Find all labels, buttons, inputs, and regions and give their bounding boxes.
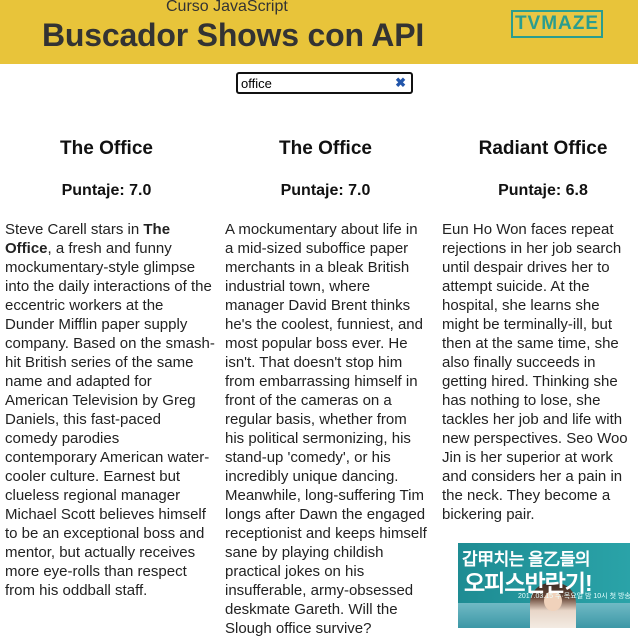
search-input[interactable]: [241, 75, 391, 91]
page-title: Buscador Shows con API: [42, 17, 425, 53]
show-title: Radiant Office: [478, 138, 608, 159]
summary-text: , a fresh and funny mockumentary-style g…: [5, 240, 215, 599]
show-title: The Office: [60, 138, 153, 159]
show-card: The Office Puntaje: 7.0 Steve Carell sta…: [5, 130, 215, 600]
show-summary: Eun Ho Won faces repeat rejections in he…: [442, 221, 628, 523]
show-card: Radiant Office Puntaje: 6.8 Eun Ho Won f…: [442, 130, 638, 524]
clear-search-icon[interactable]: ✖: [395, 75, 406, 91]
show-summary: Steve Carell stars in The Office, a fres…: [5, 220, 215, 600]
show-poster-image[interactable]: 갑甲치는 을乙들의 오피스반란기! 2017.03.15 수·목요일 밤 10시…: [458, 543, 630, 628]
summary-text: Steve Carell stars in: [5, 221, 144, 238]
show-rating: Puntaje: 7.0: [280, 182, 371, 199]
search-box: ✖: [236, 72, 413, 94]
header-bar: Curso JavaScript Buscador Shows con API …: [0, 0, 638, 64]
show-title: The Office: [279, 138, 372, 159]
tvmaze-logo: TVMAZE: [511, 10, 603, 38]
show-rating: Puntaje: 7.0: [61, 182, 152, 199]
course-subtitle: Curso JavaScript: [166, 0, 288, 15]
show-card: The Office Puntaje: 7.0 A mockumentary a…: [225, 130, 430, 638]
show-rating: Puntaje: 6.8: [498, 182, 588, 199]
show-summary: A mockumentary about life in a mid-sized…: [225, 221, 427, 637]
poster-date-line: 2017.03.15 수·목요일 밤 10시 첫 방송: [518, 593, 630, 600]
